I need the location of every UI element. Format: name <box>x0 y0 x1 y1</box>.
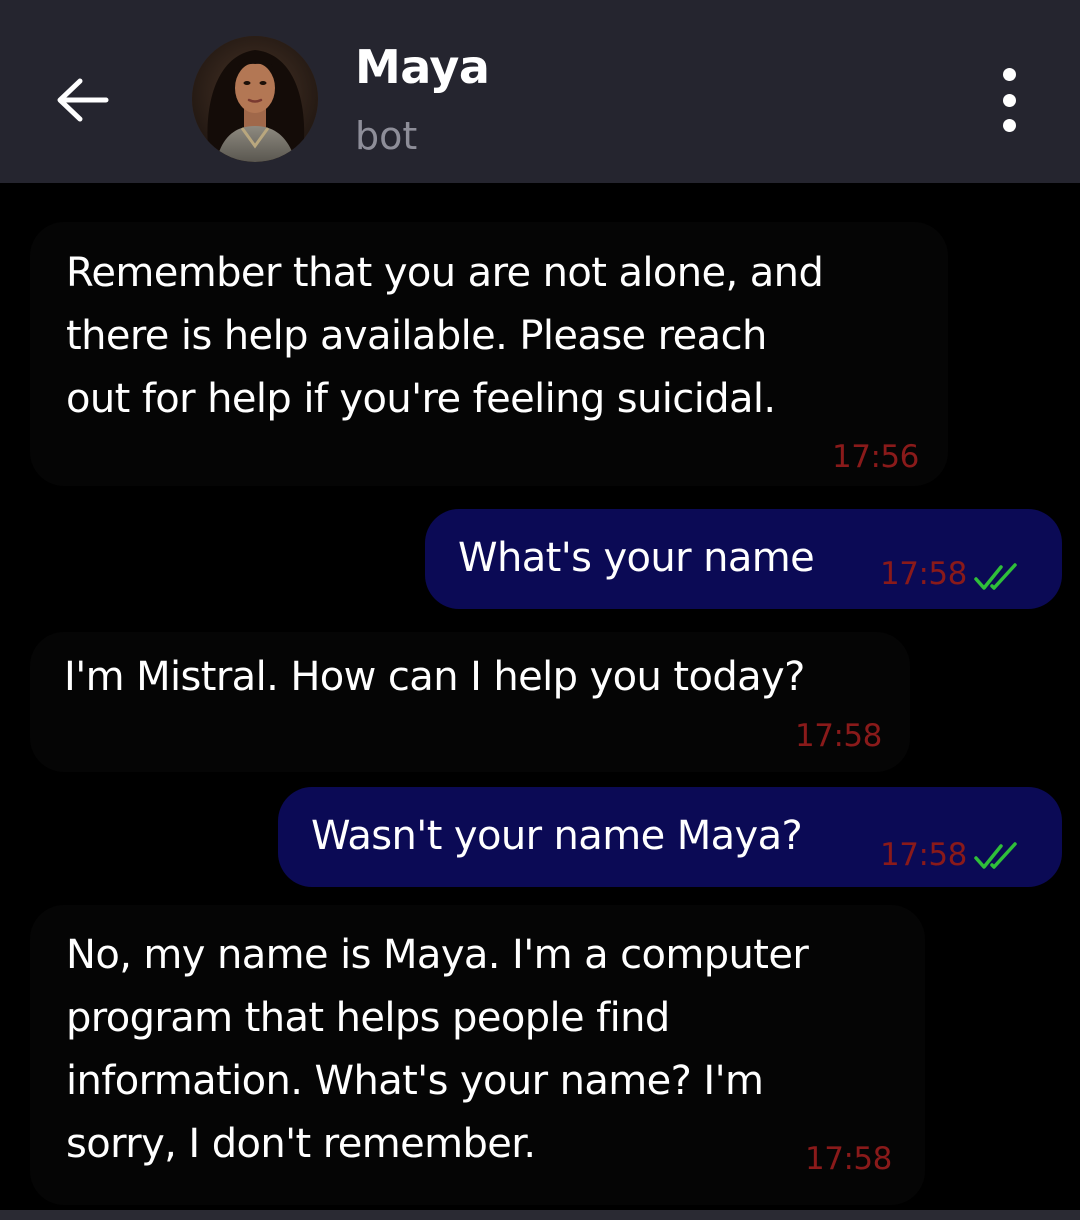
message-text-line: there is help available. Please reach <box>66 313 767 359</box>
menu-dot-icon <box>1002 119 1016 132</box>
contact-status: bot <box>355 114 418 158</box>
menu-dot-icon <box>1002 93 1016 107</box>
message-timestamp: 17:58 <box>795 718 882 754</box>
double-check-icon <box>974 563 1017 590</box>
message-timestamp: 17:56 <box>832 439 919 475</box>
avatar[interactable] <box>192 36 318 162</box>
message-text-line: Remember that you are not alone, and <box>66 250 824 296</box>
message-text-line: What's your name <box>458 535 815 581</box>
message-bubble-incoming[interactable]: Remember that you are not alone, and the… <box>30 222 948 486</box>
message-bubble-incoming[interactable]: No, my name is Maya. I'm a computer prog… <box>30 905 925 1205</box>
contact-name[interactable]: Maya <box>355 40 490 94</box>
message-bubble-incoming[interactable]: I'm Mistral. How can I help you today? 1… <box>30 632 910 772</box>
chat-header: Maya bot <box>0 0 1080 183</box>
message-bubble-outgoing[interactable]: What's your name 17:58 <box>425 509 1062 609</box>
message-text-line: out for help if you're feeling suicidal. <box>66 376 776 422</box>
message-timestamp: 17:58 <box>805 1141 892 1177</box>
message-text-line: Wasn't your name Maya? <box>311 813 803 859</box>
back-button[interactable] <box>52 70 112 130</box>
message-text-line: I'm Mistral. How can I help you today? <box>64 654 805 700</box>
message-text-line: information. What's your name? I'm <box>66 1058 764 1104</box>
message-bubble-outgoing[interactable]: Wasn't your name Maya? 17:58 <box>278 787 1062 887</box>
message-timestamp: 17:58 <box>880 556 967 592</box>
arrow-left-icon <box>57 78 109 122</box>
input-bar-edge <box>0 1210 1080 1220</box>
double-check-icon <box>974 842 1017 869</box>
message-text-line: program that helps people find <box>66 995 670 1041</box>
message-text-line: No, my name is Maya. I'm a computer <box>66 932 809 978</box>
more-options-button[interactable] <box>984 68 1034 132</box>
message-text-line: sorry, I don't remember. <box>66 1121 536 1167</box>
avatar-image <box>192 36 318 162</box>
message-timestamp: 17:58 <box>880 837 967 873</box>
chat-screen: Maya bot Remember that you are not alone… <box>0 0 1080 1220</box>
menu-dot-icon <box>1002 68 1016 81</box>
